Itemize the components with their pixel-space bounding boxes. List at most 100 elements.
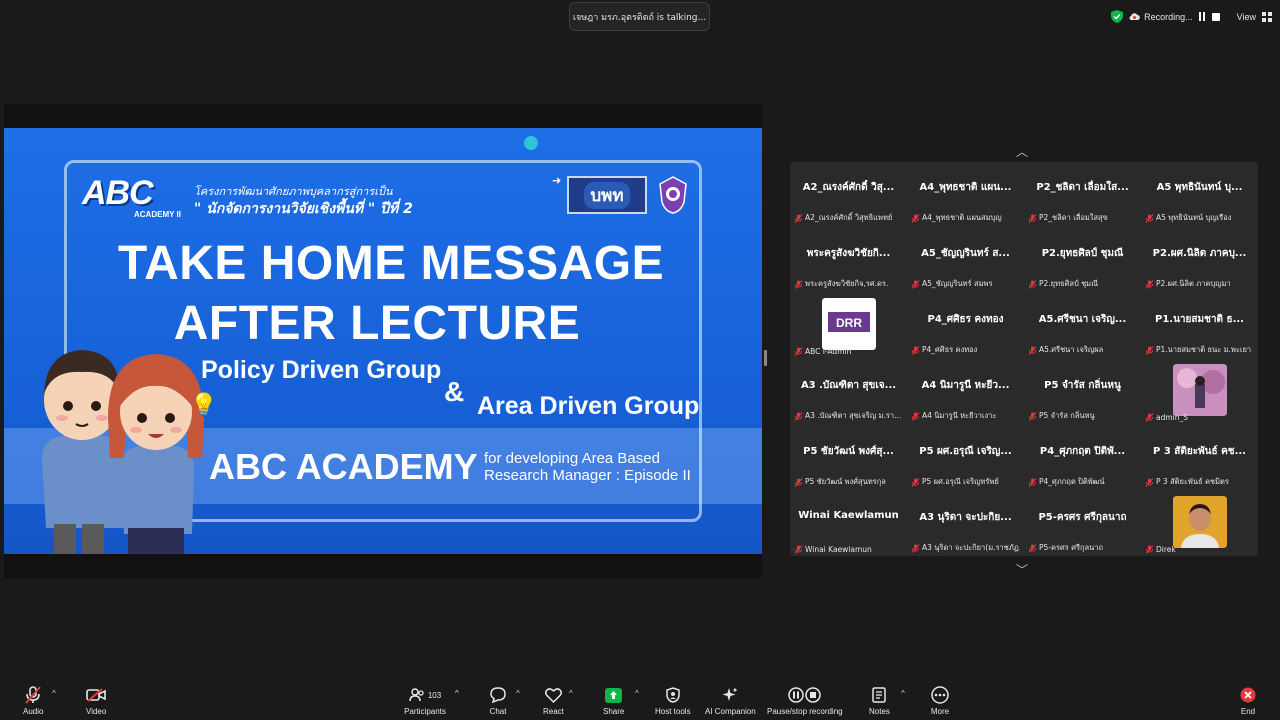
participant-tile[interactable]: A4_พุทธชาติ แผน... A4_พุทธชาติ แผนสมบุญ [907,162,1024,228]
pause-stop-recording-button[interactable]: Pause/stop recording [767,686,843,716]
participant-name-label: P5 ผศ.อรุณี เจริญทรัพย์ [911,476,1020,488]
split-resize-handle[interactable] [764,350,767,366]
top-right-controls: Recording... View [1111,10,1272,23]
participant-tile[interactable]: admin_S [1141,360,1258,426]
participant-label-text: P1.นายสมชาติ ธนะ ม.พะเยา [1156,345,1252,354]
participant-name-label: A2_ณรงค์ศักดิ์ วิสุทธิแพทย์ [794,212,903,224]
video-label: Video [86,707,107,716]
participant-tile[interactable]: P1.นายสมชาติ ธ... P1.นายสมชาติ ธนะ ม.พะเย… [1141,294,1258,360]
participant-tile[interactable]: A3 นุริดา จะปะกิย... A3 นุริดา จะปะกิยา(ม… [907,492,1024,558]
ampersand-text: & [444,376,465,407]
pause-recording-label: Pause/stop recording [767,707,843,716]
participant-tile[interactable]: P4_ศศิธร คงทอง P4_ศศิธร คงทอง [907,294,1024,360]
host-tools-button[interactable]: Host tools [655,686,691,716]
participant-display-name: A5_ชัญญรินทร์ ส... [921,248,1010,259]
participant-name-label: A5.ศรีชนา เจริญผล [1028,344,1137,356]
shared-screen[interactable]: ABC ACADEMY II โครงการพัฒนาศักยภาพบุคลาก… [4,104,762,578]
participant-name-label: P4_ศศิธร คงทอง [911,344,1020,356]
chat-options-caret-icon[interactable]: ^ [516,689,520,698]
notes-options-caret-icon[interactable]: ^ [901,689,905,698]
ai-companion-button[interactable]: AI Companion [705,686,756,716]
participant-tile[interactable]: A2_ณรงค์ศักดิ์ วิสุ... A2_ณรงค์ศักดิ์ วิส… [790,162,907,228]
participant-tile[interactable]: A5_ชัญญรินทร์ ส... A5_ชัญญรินทร์ สมพร [907,228,1024,294]
muted-mic-icon [794,347,803,356]
muted-mic-icon [794,279,803,289]
share-button[interactable]: Share [603,686,624,716]
participant-tile[interactable]: P2.ยุทธศิลป์ ชุมณี P2.ยุทธศิลป์ ชุมณี [1024,228,1141,294]
pause-recording-icon[interactable] [1197,12,1207,22]
participants-button[interactable]: 103 Participants [403,686,447,716]
end-meeting-button[interactable]: End [1238,686,1258,716]
participant-tile[interactable]: Direk [1141,492,1258,558]
gallery-up-chevron-icon[interactable]: ︿ [1016,143,1028,160]
participant-display-name: P4_ศุภกฤต ปิติพั... [1039,446,1126,457]
participant-tile[interactable]: P4_ศุภกฤต ปิติพั... P4_ศุภกฤต ปิติพัฒน์ [1024,426,1141,492]
participant-tile[interactable]: A5.ศรีชนา เจริญ... A5.ศรีชนา เจริญผล [1024,294,1141,360]
participant-name-label: P2.ผศ.นิลิต ภาคบุญมา [1145,278,1254,290]
participant-gallery: A2_ณรงค์ศักดิ์ วิสุ... A2_ณรงค์ศักดิ์ วิส… [790,162,1258,556]
participant-tile[interactable]: พระครูสังฆวิชัยกิ... พระครูสังฆวิชัยกิจ,ร… [790,228,907,294]
participant-tile[interactable]: P5 ผศ.อรุณี เจริญ... P5 ผศ.อรุณี เจริญทรั… [907,426,1024,492]
participant-tile[interactable]: P 3 สัติยะพันธ์ คช... P 3 สัติยะพันธ์ คชม… [1141,426,1258,492]
pointer-dot [524,136,538,150]
participant-display-name: P5-ครศร ศรีกุลนาถ [1038,512,1127,523]
muted-mic-icon [1028,213,1037,223]
university-crest-icon [659,176,687,214]
host-tools-shield-icon [666,687,680,703]
participant-name-label: Winai Kaewlamun [794,545,903,554]
participant-label-text: A5.ศรีชนา เจริญผล [1039,345,1104,354]
more-button[interactable]: More [930,686,950,716]
encryption-shield-icon[interactable] [1111,10,1124,23]
participant-tile[interactable]: A4 นิมารูนี หะยีว... A4 นิมารูนี หะยีวาเง… [907,360,1024,426]
participant-tile[interactable]: P2_ชลิดา เลื่อมใส... P2_ชลิดา เลื่อมใสสุข [1024,162,1141,228]
muted-mic-icon [911,345,920,355]
policy-driven-group-text: Policy Driven Group [201,356,442,384]
participant-name-label: A5_ชัญญรินทร์ สมพร [911,278,1020,290]
audio-button[interactable]: Audio [23,686,43,716]
participant-display-name: พระครูสังฆวิชัยกิ... [806,248,891,259]
partner-logo-text: บพท [584,181,630,209]
active-speaker-text: เจษฎา มรภ.อุตรดิตถ์ is talking... [572,12,707,23]
chat-button[interactable]: Chat [488,686,508,716]
muted-mic-icon [1145,413,1154,422]
recording-indicator[interactable]: Recording... [1129,12,1221,22]
participant-label-text: A2_ณรงค์ศักดิ์ วิสุทธิแพทย์ [805,213,893,222]
participant-tile[interactable]: Winai Kaewlamun Winai Kaewlamun [790,492,907,558]
muted-mic-icon [794,545,803,554]
more-label: More [930,707,950,716]
more-dots-icon [931,686,949,704]
participants-options-caret-icon[interactable]: ^ [455,689,459,698]
participant-name-label: P5 ชัยวัฒน์ พงศ์สุนทรกุล [794,476,903,488]
video-button[interactable]: Video [86,686,106,716]
react-button[interactable]: React [543,686,564,716]
participant-tile[interactable]: P5-ครศร ศรีกุลนาถ P5-ครศร ศรีกุลนาถ [1024,492,1141,558]
participant-tile[interactable]: P5 จำรัส กลิ่นหนู P5 จำรัส กลิ่นหนู [1024,360,1141,426]
participant-tile[interactable]: A5 พุทธินันทน์ บุ... A5 พุทธินันทน์ บุญเร… [1141,162,1258,228]
participant-label-text: P5-ครศร ศรีกุลนาถ [1039,543,1104,552]
participant-display-name: A4_พุทธชาติ แผน... [919,182,1012,193]
react-options-caret-icon[interactable]: ^ [569,689,573,698]
video-off-icon [86,688,106,702]
for-developing-line2: Research Manager : Episode II [484,467,691,484]
audio-options-caret-icon[interactable]: ^ [52,689,56,698]
muted-mic-icon [1028,279,1037,289]
participant-tile[interactable]: P5 ชัยวัฒน์ พงศ์สุ... P5 ชัยวัฒน์ พงศ์สุน… [790,426,907,492]
share-screen-icon [605,687,623,703]
participant-label-text: Direk [1156,545,1176,554]
share-options-caret-icon[interactable]: ^ [635,689,639,698]
participant-tile[interactable]: A3 .บัณฑิตา สุขเจ... A3 .บัณฑิตา สุขเจริญ… [790,360,907,426]
muted-mic-icon [1028,345,1037,355]
gallery-down-chevron-icon[interactable]: ﹀ [1016,561,1028,578]
stop-recording-icon[interactable] [1211,12,1221,22]
participant-display-name: P2.ผศ.นิลิต ภาคบุ... [1152,248,1247,259]
participant-name-label: P2.ยุทธศิลป์ ชุมณี [1028,278,1137,290]
participant-name-label: พระครูสังฆวิชัยกิจ,รศ.ดร. [794,278,903,290]
abc-logo-text: ABC [82,174,154,212]
participant-display-name: P4_ศศิธร คงทอง [927,314,1004,325]
participant-tile[interactable]: P2.ผศ.นิลิต ภาคบุ... P2.ผศ.นิลิต ภาคบุญมา [1141,228,1258,294]
participant-tile[interactable]: DRR ABC I-Admin [790,294,907,360]
mascot-characters-illustration [42,350,204,554]
notes-button[interactable]: Notes [869,686,890,716]
muted-mic-icon [911,411,920,421]
view-button[interactable]: View [1237,11,1272,22]
